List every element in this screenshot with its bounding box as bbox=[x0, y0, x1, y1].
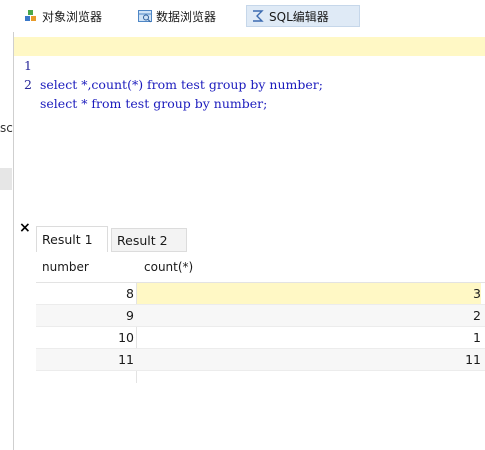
code-text[interactable]: select *,count(*) from test group by num… bbox=[40, 75, 323, 94]
left-panel-text: sc bbox=[0, 121, 13, 135]
cell-count[interactable]: 1 bbox=[137, 327, 481, 348]
tab-label: SQL编辑器 bbox=[269, 9, 329, 24]
object-browser-icon bbox=[24, 9, 38, 23]
cell-count[interactable]: 3 bbox=[137, 283, 481, 304]
table-row[interactable]: 9 2 bbox=[36, 305, 485, 327]
cell-number[interactable]: 9 bbox=[36, 305, 134, 326]
sql-editor-icon bbox=[251, 9, 265, 23]
tab-object-browser[interactable]: 对象浏览器 bbox=[20, 5, 106, 27]
table-row[interactable]: 10 1 bbox=[36, 327, 485, 349]
editor-tab-bar: 对象浏览器 数据浏览器 SQL编辑器 bbox=[0, 0, 485, 32]
code-line[interactable]: 1 select *,count(*) from test group by n… bbox=[14, 37, 485, 92]
cell-number[interactable]: 8 bbox=[36, 283, 134, 304]
result-grid: number count(*) 8 3 9 2 10 1 11 11 bbox=[36, 253, 485, 383]
tab-label: 对象浏览器 bbox=[42, 9, 103, 24]
tab-result-2[interactable]: Result 2 bbox=[111, 228, 187, 252]
cell-number[interactable]: 10 bbox=[36, 327, 134, 348]
left-panel-selection[interactable] bbox=[0, 168, 12, 190]
line-number: 2 bbox=[24, 77, 32, 92]
tab-data-browser[interactable]: 数据浏览器 bbox=[134, 5, 220, 27]
tab-label: 数据浏览器 bbox=[156, 9, 217, 24]
cell-count[interactable]: 2 bbox=[137, 305, 481, 326]
cell-number[interactable]: 11 bbox=[36, 349, 134, 370]
cell-count[interactable]: 11 bbox=[137, 349, 481, 370]
result-panel: × Result 1 Result 2 number count(*) 8 3 … bbox=[14, 218, 485, 450]
code-text[interactable]: select * from test group by number; bbox=[40, 94, 267, 113]
tab-sql-editor[interactable]: SQL编辑器 bbox=[246, 5, 360, 27]
column-header-count[interactable]: count(*) bbox=[144, 253, 193, 282]
column-header-number[interactable]: number bbox=[42, 253, 89, 282]
left-panel-fragment: sc bbox=[0, 32, 14, 450]
tab-result-1[interactable]: Result 1 bbox=[36, 226, 108, 252]
code-line[interactable]: 2 select * from test group by number; bbox=[14, 56, 485, 111]
sql-editor[interactable]: 1 select *,count(*) from test group by n… bbox=[14, 34, 485, 214]
close-results-icon[interactable]: × bbox=[19, 220, 31, 236]
data-browser-icon bbox=[138, 9, 152, 23]
grid-header: number count(*) bbox=[36, 253, 485, 283]
table-row[interactable]: 11 11 bbox=[36, 349, 485, 371]
table-row[interactable]: 8 3 bbox=[36, 283, 485, 305]
